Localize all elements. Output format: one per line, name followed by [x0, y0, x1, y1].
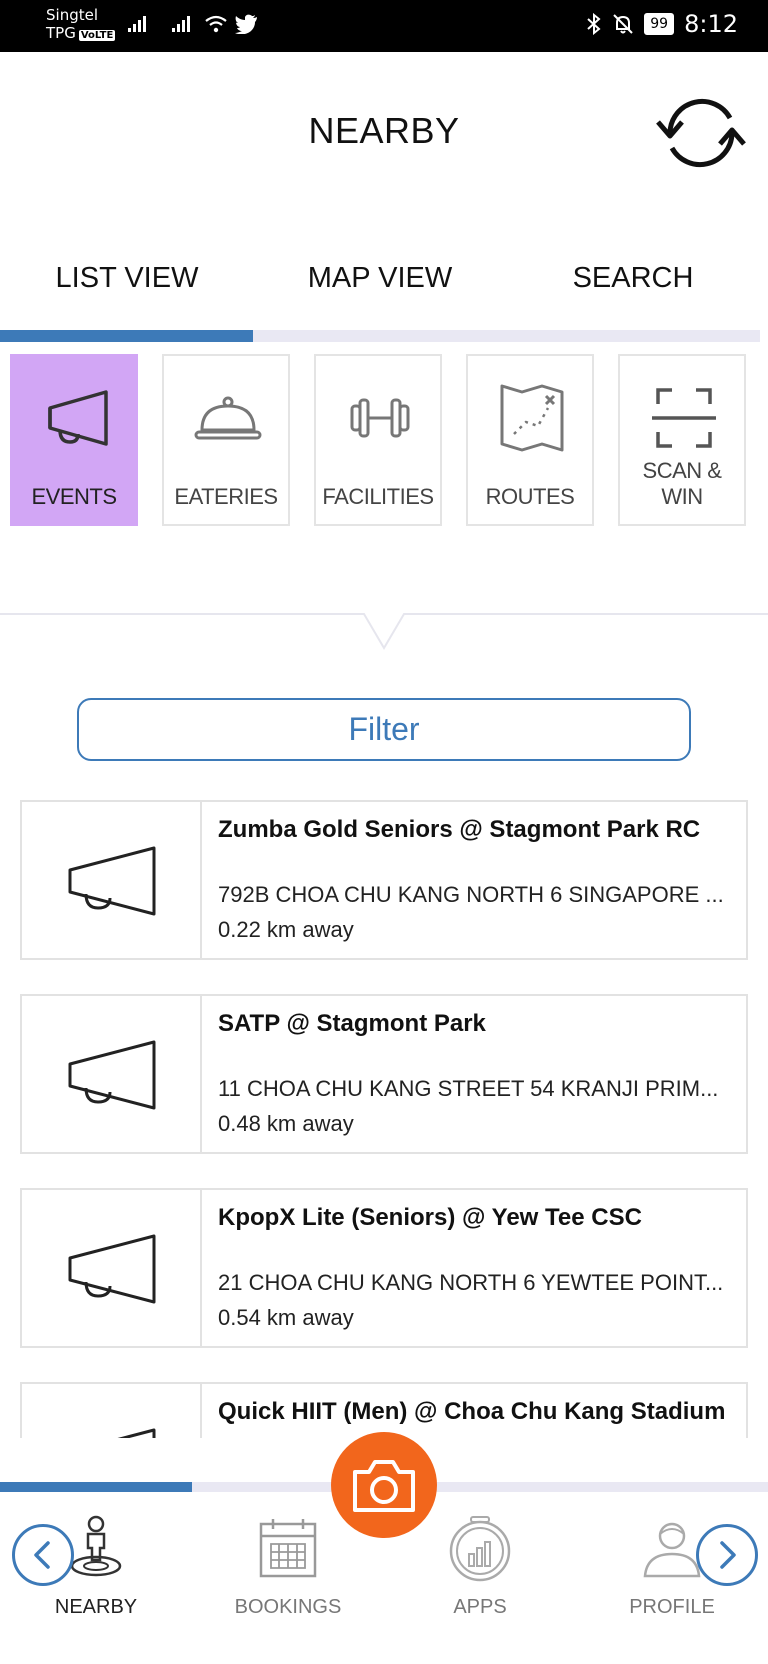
nav-label: NEARBY [54, 1596, 138, 1618]
category-label: ROUTES [485, 484, 575, 509]
wifi-icon [205, 15, 227, 33]
event-thumbnail [22, 802, 202, 958]
nav-indicator [0, 1482, 192, 1492]
carrier-info: Singtel TPG VoLTE [46, 6, 116, 45]
nav-label: PROFILE [629, 1596, 715, 1618]
event-address: 11 CHOA CHU KANG STREET 54 KRANJI PRIM..… [218, 1076, 719, 1101]
event-title: KpopX Lite (Seniors) @ Yew Tee CSC [218, 1204, 642, 1231]
list-item[interactable]: Quick HIIT (Men) @ Choa Chu Kang Stadium [20, 1382, 748, 1438]
tab-map-view[interactable]: MAP VIEW [260, 262, 500, 295]
chevron-left-icon [34, 1541, 50, 1569]
apps-chart-icon [449, 1516, 511, 1582]
event-distance: 0.22 km away [218, 917, 354, 942]
chevron-right-icon [720, 1541, 736, 1569]
signal-icon [172, 14, 190, 32]
tab-indicator [0, 330, 253, 342]
filter-button[interactable]: Filter [77, 698, 691, 761]
list-item[interactable]: KpopX Lite (Seniors) @ Yew Tee CSC 21 CH… [20, 1188, 748, 1348]
camera-icon [353, 1460, 415, 1512]
event-title: Zumba Gold Seniors @ Stagmont Park RC [218, 816, 701, 843]
battery-icon: 99 [644, 13, 675, 35]
category-label: FACILITIES [322, 484, 434, 509]
food-cloche-icon [194, 396, 262, 440]
megaphone-icon [117, 1428, 156, 1438]
carrier-network: TPG [46, 24, 76, 42]
event-title: Quick HIIT (Men) @ Choa Chu Kang Stadium [218, 1398, 726, 1425]
category-routes[interactable]: ROUTES [466, 354, 594, 526]
signal-icon [128, 14, 146, 32]
event-thumbnail [22, 996, 202, 1152]
volte-badge: VoLTE [78, 30, 116, 41]
event-title: SATP @ Stagmont Park [218, 1010, 486, 1037]
camera-button[interactable] [331, 1432, 437, 1538]
section-divider [0, 613, 768, 650]
category-label: SCAN & WIN [642, 458, 722, 509]
mute-bell-icon [613, 14, 633, 34]
category-label: EVENTS [31, 484, 117, 509]
megaphone-icon [48, 390, 108, 446]
refresh-icon[interactable] [648, 92, 754, 174]
event-list: Zumba Gold Seniors @ Stagmont Park RC 79… [20, 800, 748, 1438]
category-eateries[interactable]: EATERIES [162, 354, 290, 526]
map-route-icon [500, 384, 564, 452]
carrier-name: Singtel [46, 6, 98, 24]
event-distance: 0.48 km away [218, 1111, 354, 1136]
dumbbell-icon [350, 398, 410, 438]
event-address: 21 CHOA CHU KANG NORTH 6 YEWTEE POINT... [218, 1270, 724, 1295]
category-label: EATERIES [174, 484, 278, 509]
twitter-icon [235, 14, 257, 34]
nav-prev-button[interactable] [12, 1524, 74, 1586]
nav-label: BOOKINGS [234, 1596, 342, 1618]
megaphone-icon [68, 1040, 156, 1110]
bluetooth-icon [587, 13, 601, 35]
category-scan-win[interactable]: SCAN & WIN [618, 354, 746, 526]
clock: 8:12 [684, 10, 738, 38]
megaphone-icon [68, 1234, 156, 1304]
tab-list-view[interactable]: LIST VIEW [7, 262, 247, 295]
megaphone-icon [68, 846, 156, 916]
event-distance: 0.54 km away [218, 1305, 354, 1330]
event-address: 792B CHOA CHU KANG NORTH 6 SINGAPORE ... [218, 882, 724, 907]
tab-search[interactable]: SEARCH [513, 262, 753, 295]
event-thumbnail [22, 1190, 202, 1346]
category-facilities[interactable]: FACILITIES [314, 354, 442, 526]
status-bar: Singtel TPG VoLTE 99 8:12 [0, 0, 768, 52]
calendar-icon [259, 1519, 317, 1578]
nav-label: APPS [453, 1596, 507, 1618]
list-item[interactable]: SATP @ Stagmont Park 11 CHOA CHU KANG ST… [20, 994, 748, 1154]
nav-next-button[interactable] [696, 1524, 758, 1586]
list-item[interactable]: Zumba Gold Seniors @ Stagmont Park RC 79… [20, 800, 748, 960]
scan-frame-icon [652, 388, 716, 448]
category-events[interactable]: EVENTS [10, 354, 138, 526]
event-thumbnail [22, 1384, 202, 1438]
